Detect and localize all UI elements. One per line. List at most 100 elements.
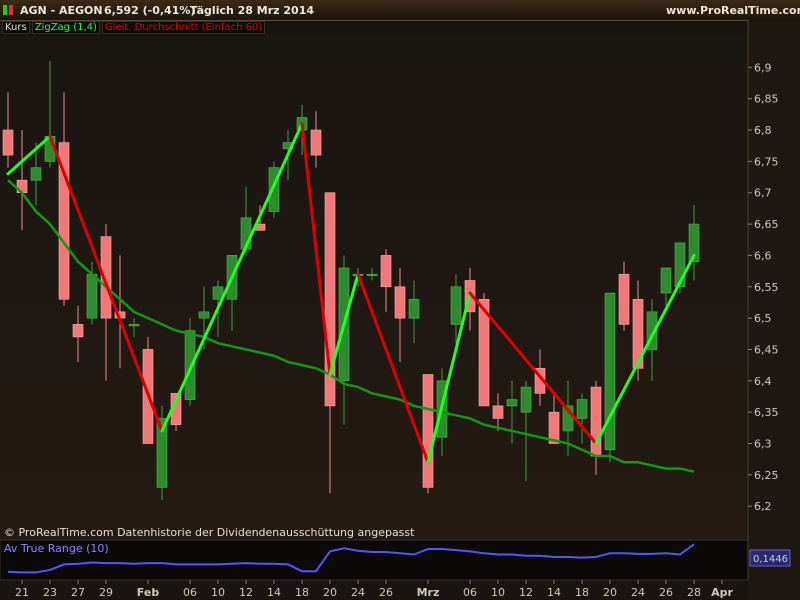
sma-line — [7, 179, 695, 473]
x-tick-label: 12 — [239, 586, 253, 599]
candle-body — [240, 217, 252, 250]
candle-body — [436, 380, 448, 438]
candle-body — [128, 324, 140, 327]
candle-body — [660, 267, 672, 294]
x-tick-label: 18 — [575, 586, 589, 599]
candle-body — [100, 236, 112, 319]
x-tick-label: 10 — [491, 586, 505, 599]
candle-body — [2, 129, 14, 156]
x-tick-label: 29 — [99, 586, 113, 599]
candle-body — [450, 286, 462, 325]
y-tick-label: 6,6 — [754, 249, 772, 262]
candle-body — [394, 286, 406, 319]
indicator-legend: Kurs ZigZag (1,4) Gleit. Durchschnitt (E… — [2, 21, 266, 34]
x-tick-label: 20 — [603, 586, 617, 599]
y-tick-label: 6,8 — [754, 124, 772, 137]
candle-body — [352, 273, 364, 277]
x-tick-label: 18 — [295, 586, 309, 599]
y-tick-label: 6,45 — [754, 343, 779, 356]
candle-body — [366, 273, 378, 277]
candle-body — [548, 411, 560, 444]
candle-body — [254, 223, 266, 231]
candle-body — [562, 405, 574, 432]
x-tick-label: 14 — [267, 586, 281, 599]
x-tick-label: Feb — [137, 586, 160, 599]
candle-body — [86, 273, 98, 319]
y-tick-label: 6,4 — [754, 375, 772, 388]
candle-body — [534, 367, 546, 394]
candle-body — [58, 142, 70, 300]
zigzag-segment — [426, 291, 472, 464]
candle-body — [16, 179, 28, 194]
zigzag-segment — [468, 291, 598, 445]
atr-plot-area — [0, 539, 749, 581]
x-tick-label: 24 — [351, 586, 365, 599]
legend-price[interactable]: Kurs — [2, 21, 30, 34]
legend-zigzag[interactable]: ZigZag (1,4) — [31, 21, 100, 34]
zigzag-segment — [328, 272, 360, 377]
y-tick-label: 6,65 — [754, 218, 779, 231]
x-tick-label: 28 — [687, 586, 701, 599]
y-tick-label: 6,55 — [754, 281, 779, 294]
candle-body — [408, 299, 420, 319]
candle-body — [282, 142, 294, 150]
candle-body — [674, 242, 686, 288]
candle-body — [506, 399, 518, 407]
candle-body — [296, 117, 308, 131]
candle-body — [30, 167, 42, 181]
y-tick-label: 6,9 — [754, 61, 772, 74]
atr-value: 0,1446 — [753, 554, 788, 565]
price-axis — [748, 20, 800, 600]
x-tick-label: 10 — [211, 586, 225, 599]
candle-body — [198, 311, 210, 319]
instrument-icon — [3, 5, 13, 15]
zigzag-segment — [594, 253, 696, 445]
site-url[interactable]: www.ProRealTime.com — [666, 4, 800, 17]
candle-body — [422, 374, 434, 488]
chart-header: AGN - AEGON 6,592 (-0,41%) Täglich 28 Mr… — [0, 0, 800, 21]
legend-sma[interactable]: Gleit. Durchschnitt (Einfach 60) — [101, 21, 266, 34]
candle-body — [646, 311, 658, 350]
y-tick-label: 6,25 — [754, 469, 779, 482]
candle-body — [212, 286, 224, 300]
candle-body — [156, 418, 168, 488]
x-tick-label: 20 — [323, 586, 337, 599]
x-tick-label: Mrz — [417, 586, 440, 599]
candle-body — [324, 192, 336, 407]
candle-body — [380, 255, 392, 288]
footer-note: © ProRealTime.com Datenhistorie der Divi… — [4, 526, 415, 539]
candle-body — [632, 299, 644, 369]
candle-body — [184, 330, 196, 400]
y-tick-label: 6,5 — [754, 312, 772, 325]
candle-body — [170, 393, 182, 425]
symbol-name: AGN - AEGON — [20, 4, 103, 17]
y-tick-label: 6,3 — [754, 438, 772, 451]
y-tick-label: 6,35 — [754, 406, 779, 419]
y-tick-label: 6,2 — [754, 500, 772, 513]
candle-body — [604, 292, 616, 451]
x-tick-label: 27 — [71, 586, 85, 599]
candle-body — [310, 129, 322, 156]
candle-body — [520, 386, 532, 413]
x-tick-label: 06 — [463, 586, 477, 599]
zigzag-segment — [6, 134, 52, 176]
candle-body — [618, 273, 630, 325]
candle-body — [268, 167, 280, 212]
x-tick-label: 24 — [631, 586, 645, 599]
zigzag-segment — [48, 134, 164, 433]
candle-body — [478, 299, 490, 407]
atr-value-box — [749, 549, 791, 567]
period-label: Täglich 28 Mrz 2014 — [190, 4, 314, 17]
candle-body — [142, 349, 154, 444]
candle-body — [338, 267, 350, 382]
last-quote: 6,592 (-0,41%) — [104, 4, 196, 17]
price-chart: 6,9 6,85 6,8 6,75 6,7 6,65 6,6 6,55 6,5 6,45 6,4 6,… — [0, 20, 800, 600]
candle-body — [226, 255, 238, 300]
candle-body — [576, 399, 588, 419]
y-tick-label: 6,7 — [754, 187, 772, 200]
x-tick-label: 23 — [43, 586, 57, 599]
zigzag-segment — [160, 122, 304, 433]
x-tick-label: 26 — [379, 586, 393, 599]
zigzag-segment — [300, 122, 332, 377]
candle-body — [464, 280, 476, 313]
